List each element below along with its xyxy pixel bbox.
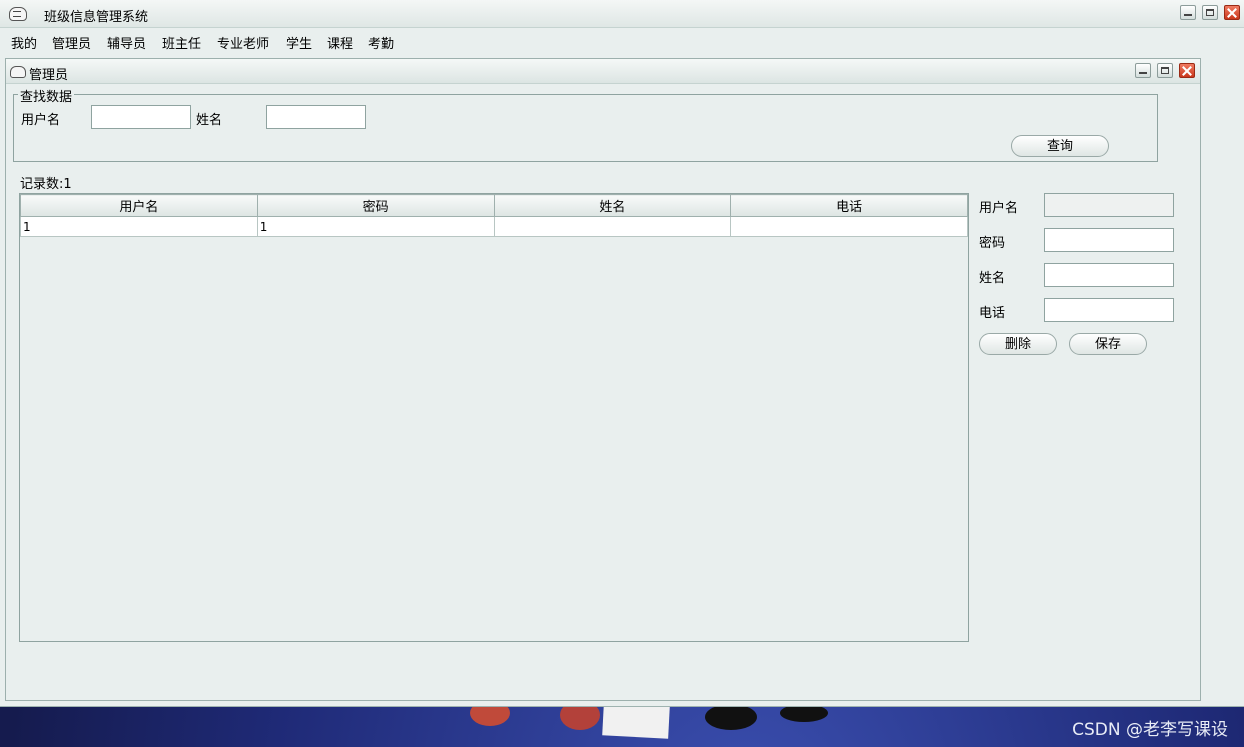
detail-name-input[interactable]	[1044, 263, 1174, 287]
detail-username-input	[1044, 193, 1174, 217]
menu-course[interactable]: 课程	[327, 33, 353, 52]
menu-major-teacher[interactable]: 专业老师	[217, 33, 269, 52]
window-title: 班级信息管理系统	[44, 10, 149, 25]
detail-password-input[interactable]	[1044, 228, 1174, 252]
table-row[interactable]: 1 1	[20, 216, 968, 237]
frame-close-button[interactable]	[1179, 63, 1195, 78]
user-table[interactable]: 用户名 密码 姓名 电话 1 1	[19, 193, 969, 642]
detail-phone-input[interactable]	[1044, 298, 1174, 322]
desktop-figure-3	[705, 704, 757, 730]
save-button[interactable]: 保存	[1069, 333, 1147, 355]
detail-phone-label: 电话	[979, 306, 1006, 321]
desktop-card	[602, 703, 670, 739]
frame-minimize-button[interactable]	[1135, 63, 1151, 78]
table-header-row: 用户名 密码 姓名 电话	[20, 194, 968, 217]
detail-password-label: 密码	[979, 236, 1006, 251]
cell-name[interactable]	[493, 216, 732, 237]
search-name-label: 姓名	[196, 113, 223, 128]
main-titlebar[interactable]: 班级信息管理系统	[0, 0, 1244, 28]
frame-title: 管理员	[29, 68, 69, 83]
column-header-phone[interactable]: 电话	[730, 194, 968, 217]
maximize-button[interactable]	[1202, 5, 1218, 20]
column-header-password[interactable]: 密码	[256, 194, 495, 217]
menu-bar: 我的 管理员 辅导员 班主任 专业老师 学生 课程 考勤	[0, 28, 1244, 54]
search-panel-title: 查找数据	[18, 86, 75, 105]
column-header-username[interactable]: 用户名	[20, 194, 258, 217]
app-icon	[9, 7, 27, 21]
cell-phone[interactable]	[730, 216, 968, 237]
detail-username-label: 用户名	[979, 201, 1019, 216]
delete-button[interactable]: 删除	[979, 333, 1057, 355]
search-username-label: 用户名	[21, 113, 61, 128]
cell-username[interactable]: 1	[20, 216, 258, 237]
search-username-input[interactable]	[91, 105, 191, 129]
menu-mine[interactable]: 我的	[11, 33, 37, 52]
frame-icon	[10, 66, 26, 78]
frame-maximize-button[interactable]	[1157, 63, 1173, 78]
menu-attendance[interactable]: 考勤	[368, 33, 394, 52]
menu-student[interactable]: 学生	[286, 33, 312, 52]
frame-titlebar[interactable]: 管理员	[6, 59, 1200, 84]
record-count: 记录数:1	[20, 177, 72, 192]
search-name-input[interactable]	[266, 105, 366, 129]
cell-password[interactable]: 1	[256, 216, 495, 237]
minimize-button[interactable]	[1180, 5, 1196, 20]
menu-admin[interactable]: 管理员	[52, 33, 91, 52]
menu-head-teacher[interactable]: 班主任	[162, 33, 201, 52]
search-panel: 查找数据 用户名 姓名 查询	[13, 86, 1158, 162]
query-button[interactable]: 查询	[1011, 135, 1109, 157]
admin-internal-frame: 管理员 查找数据 用户名 姓名 查询 记录数:1 用户名 密码 姓名 电话 1 …	[5, 58, 1201, 701]
close-button[interactable]	[1224, 5, 1240, 20]
column-header-name[interactable]: 姓名	[493, 194, 732, 217]
main-window: 班级信息管理系统 我的 管理员 辅导员 班主任 专业老师 学生 课程 考勤 管理…	[0, 0, 1244, 707]
watermark: CSDN @老李写课设	[1072, 720, 1228, 740]
menu-counselor[interactable]: 辅导员	[107, 33, 146, 52]
detail-name-label: 姓名	[979, 271, 1006, 286]
